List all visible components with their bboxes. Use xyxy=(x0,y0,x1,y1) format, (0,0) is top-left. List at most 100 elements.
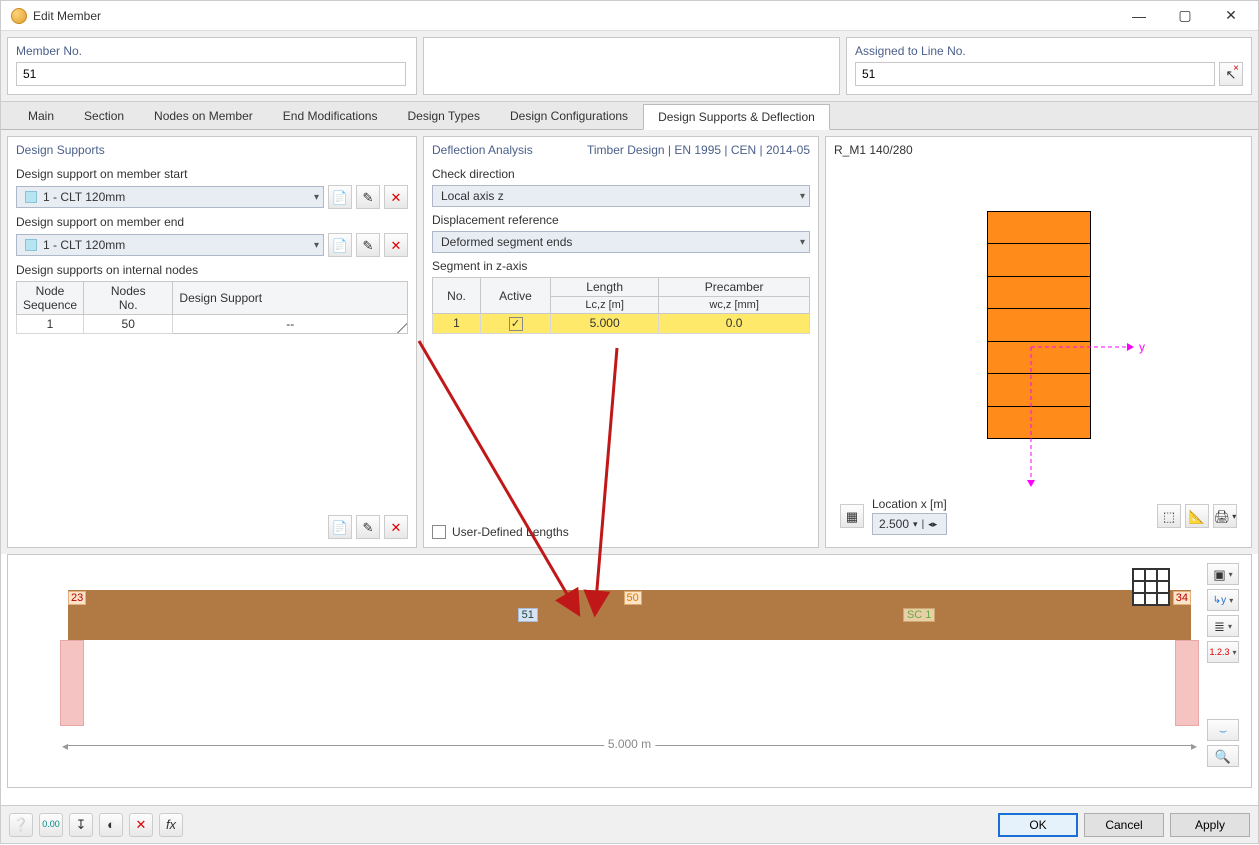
footer-btn-3[interactable]: ↧ xyxy=(69,813,93,837)
member-no-input[interactable] xyxy=(16,62,406,86)
tab-end-modifications[interactable]: End Modifications xyxy=(268,103,393,129)
view-values-button[interactable]: 1.2.3▾ xyxy=(1207,641,1239,663)
support-end-value: 1 - CLT 120mm xyxy=(43,238,125,252)
section-name: R_M1 140/280 xyxy=(834,143,1243,157)
checkbox-icon: ✓ xyxy=(509,317,523,331)
close-button[interactable]: ✕ xyxy=(1208,1,1254,31)
user-defined-lengths-checkbox[interactable]: User-Defined Lengths xyxy=(432,525,810,539)
window-title: Edit Member xyxy=(33,9,1116,23)
view-smile-button[interactable]: ⌣ xyxy=(1207,719,1239,741)
section-view-button[interactable]: ▦ xyxy=(840,504,864,528)
help-button[interactable]: ❔ xyxy=(9,813,33,837)
maximize-button[interactable]: ▢ xyxy=(1162,1,1208,31)
assigned-input[interactable] xyxy=(855,62,1215,86)
tab-section[interactable]: Section xyxy=(69,103,139,129)
support-end-label: Design support on member end xyxy=(16,215,408,229)
design-supports-title: Design Supports xyxy=(16,143,408,157)
displacement-ref-dropdown[interactable]: Deformed segment ends ▾ xyxy=(432,231,810,253)
support-left-icon xyxy=(60,640,84,726)
segment-table[interactable]: No. Active Length Precamber Lc,z [m] wc,… xyxy=(432,277,810,334)
support-end-new-button[interactable]: 📄 xyxy=(328,233,352,257)
check-direction-dropdown[interactable]: Local axis z ▾ xyxy=(432,185,810,207)
assigned-label: Assigned to Line No. xyxy=(855,44,1243,58)
support-start-new-button[interactable]: 📄 xyxy=(328,185,352,209)
cell-length: 5.000 xyxy=(551,314,659,334)
support-right-icon xyxy=(1175,640,1199,726)
support-end-delete-button[interactable]: ✕ xyxy=(384,233,408,257)
internal-new-button[interactable]: 📄 xyxy=(328,515,352,539)
units-icon: 0.00 xyxy=(42,820,60,829)
cell-design-support[interactable]: -- xyxy=(173,315,408,334)
cell-active[interactable]: ✓ xyxy=(481,314,551,334)
edit-icon: ✎ xyxy=(363,191,374,204)
node-mid-label: 50 xyxy=(624,591,642,605)
view-axes-button[interactable]: ↳y▾ xyxy=(1207,589,1239,611)
view-icon: ⬚ xyxy=(1163,510,1175,523)
table-row[interactable]: 1 50 -- xyxy=(17,315,408,334)
preview-btn-2[interactable]: 📐 xyxy=(1185,504,1209,528)
footer-btn-4[interactable]: ◐ xyxy=(99,813,123,837)
support-end-edit-button[interactable]: ✎ xyxy=(356,233,380,257)
delete-support-icon: ✕ xyxy=(136,818,147,831)
section-preview xyxy=(987,211,1091,439)
new-file-icon: 📄 xyxy=(332,521,348,534)
footer-btn-5[interactable]: ✕ xyxy=(129,813,153,837)
cancel-button[interactable]: Cancel xyxy=(1084,813,1164,837)
printer-icon: 🖨 xyxy=(1214,510,1231,523)
view-mode-button[interactable]: ▣▾ xyxy=(1207,563,1239,585)
support-start-value: 1 - CLT 120mm xyxy=(43,190,125,204)
svg-text:z: z xyxy=(1034,490,1040,493)
segment-z-label: Segment in z-axis xyxy=(432,259,810,273)
tab-design-configurations[interactable]: Design Configurations xyxy=(495,103,643,129)
tab-main[interactable]: Main xyxy=(13,103,69,129)
footer-btn-6[interactable]: fx xyxy=(159,813,183,837)
chevron-down-icon: ▾ xyxy=(314,240,319,251)
view-cube-icon[interactable] xyxy=(1129,565,1173,609)
support-start-label: Design support on member start xyxy=(16,167,408,181)
support-start-delete-button[interactable]: ✕ xyxy=(384,185,408,209)
app-icon xyxy=(11,8,27,24)
support-start-dropdown[interactable]: 1 - CLT 120mm ▾ xyxy=(16,186,324,208)
support-end-dropdown[interactable]: 1 - CLT 120mm ▾ xyxy=(16,234,324,256)
internal-edit-button[interactable]: ✎ xyxy=(356,515,380,539)
globe-icon: ◐ xyxy=(107,818,115,831)
preview-print-button[interactable]: 🖨▾ xyxy=(1213,504,1237,528)
location-spinner[interactable]: 2.500 ▾ | ◂▸ xyxy=(872,513,947,535)
measure-icon: 📐 xyxy=(1189,510,1205,523)
stepper-icon: ◂▸ xyxy=(928,519,937,530)
minimize-button[interactable]: — xyxy=(1116,1,1162,31)
chevron-down-icon: ▾ xyxy=(1232,512,1236,521)
svg-text:y: y xyxy=(1139,340,1145,354)
check-direction-value: Local axis z xyxy=(441,189,504,203)
edit-icon: ✎ xyxy=(363,521,374,534)
support-start-edit-button[interactable]: ✎ xyxy=(356,185,380,209)
new-file-icon: 📄 xyxy=(332,239,348,252)
standard-code-label: Timber Design | EN 1995 | CEN | 2014-05 xyxy=(587,143,810,157)
pick-line-button[interactable]: ↖× xyxy=(1219,62,1243,86)
support-chip-icon xyxy=(25,239,37,251)
internal-delete-button[interactable]: ✕ xyxy=(384,515,408,539)
view-display-button[interactable]: ≣▾ xyxy=(1207,615,1239,637)
dimension-label: 5.000 m xyxy=(604,737,655,751)
units-button[interactable]: 0.00 xyxy=(39,813,63,837)
layers-icon: ≣ xyxy=(1214,620,1225,633)
zoom-reset-icon: 🔍 xyxy=(1215,750,1231,763)
internal-supports-table[interactable]: NodeSequence NodesNo. Design Support 1 5… xyxy=(16,281,408,334)
preview-btn-1[interactable]: ⬚ xyxy=(1157,504,1181,528)
cube-icon: ▣ xyxy=(1213,568,1225,581)
section-icon: ▦ xyxy=(846,510,858,523)
apply-button[interactable]: Apply xyxy=(1170,813,1250,837)
checkbox-icon xyxy=(432,525,446,539)
table-row[interactable]: 1 ✓ 5.000 0.0 xyxy=(433,314,810,334)
cell-seq: 1 xyxy=(17,315,84,334)
tab-design-supports-deflection[interactable]: Design Supports & Deflection xyxy=(643,104,830,130)
deflection-title: Deflection Analysis xyxy=(432,143,533,157)
view-reset-button[interactable]: 🔍 xyxy=(1207,745,1239,767)
tab-nodes-on-member[interactable]: Nodes on Member xyxy=(139,103,268,129)
ok-button[interactable]: OK xyxy=(998,813,1078,837)
displacement-ref-label: Displacement reference xyxy=(432,213,810,227)
delete-icon: ✕ xyxy=(391,521,402,534)
tab-design-types[interactable]: Design Types xyxy=(392,103,495,129)
cell-no: 1 xyxy=(433,314,481,334)
tab-bar: Main Section Nodes on Member End Modific… xyxy=(1,102,1258,130)
